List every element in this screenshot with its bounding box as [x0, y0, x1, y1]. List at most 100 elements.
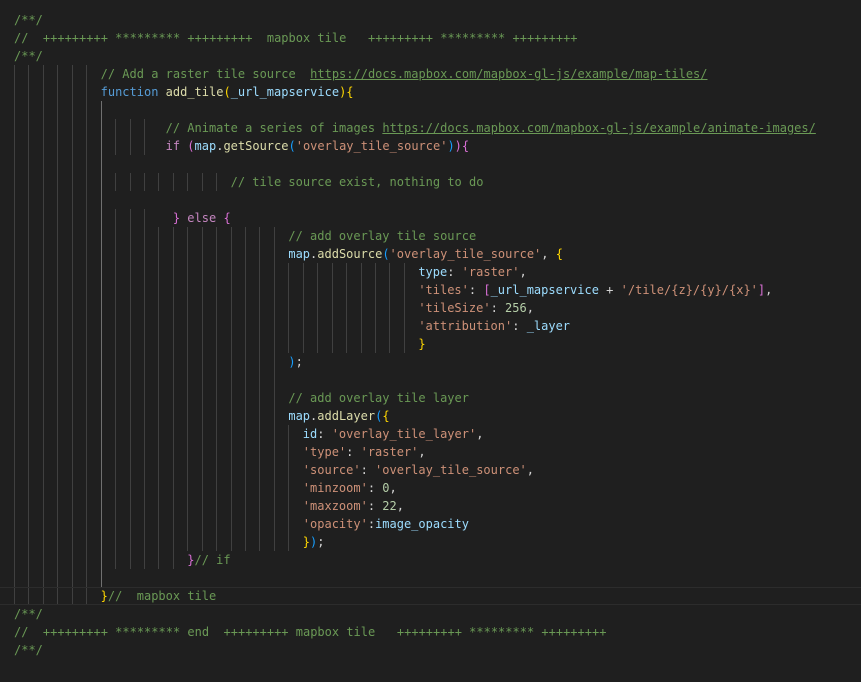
code-line[interactable]: /**/: [14, 605, 861, 623]
code-line[interactable]: // tile source exist, nothing to do: [14, 173, 861, 191]
code-token: :: [317, 427, 332, 441]
code-token: ,: [541, 247, 556, 261]
code-line[interactable]: [14, 191, 861, 209]
indent-guide: [216, 479, 218, 497]
indent-guide: [172, 371, 174, 389]
indent-guide: [216, 461, 218, 479]
code-token: }: [100, 589, 108, 603]
code-line[interactable]: map.addSource('overlay_tile_source', {: [14, 245, 861, 263]
indent-guide: [115, 281, 117, 299]
code-line[interactable]: function add_tile(_url_mapservice){: [14, 83, 861, 101]
indent-guide: [28, 551, 30, 569]
indent-guide: [129, 227, 131, 245]
indent-guide: [230, 443, 232, 461]
code-line[interactable]: // +++++++++ ********* end +++++++++ map…: [14, 623, 861, 641]
indent-guide: [259, 335, 261, 353]
indent-guide: [273, 461, 275, 479]
code-line[interactable]: [14, 569, 861, 587]
indent-guide: [28, 425, 30, 443]
indent-guide: [360, 317, 362, 335]
indent-guide: [14, 407, 15, 425]
code-token: }: [172, 211, 181, 225]
indent-guide: [375, 263, 376, 281]
code-token: _url_mapservice: [230, 85, 340, 99]
indent-guide: [288, 281, 290, 299]
indent-guide: [259, 443, 261, 461]
code-line[interactable]: 'tileSize': 256,: [14, 299, 861, 317]
code-line[interactable]: map.addLayer({: [14, 407, 861, 425]
indent-guide: [57, 173, 59, 191]
code-token: {: [346, 85, 354, 99]
indent-guide: [288, 299, 290, 317]
indent-guide: [115, 425, 117, 443]
code-line[interactable]: if (map.getSource('overlay_tile_source')…: [14, 137, 861, 155]
indent-guide: [42, 389, 44, 407]
indent-guide: [158, 407, 160, 425]
code-line[interactable]: // add overlay tile source: [14, 227, 861, 245]
code-line[interactable]: /**/: [14, 641, 861, 659]
indent-guide: [71, 65, 73, 83]
indent-guide: [100, 299, 102, 317]
code-line[interactable]: }// mapbox tile: [0, 587, 861, 605]
code-text: /**/: [14, 47, 43, 65]
indent-guide: [230, 461, 232, 479]
code-line[interactable]: );: [14, 353, 861, 371]
code-line[interactable]: type: 'raster',: [14, 263, 861, 281]
indent-guide: [14, 263, 15, 281]
code-line[interactable]: }: [14, 335, 861, 353]
code-text: } else {: [166, 209, 231, 227]
indent-guide: [216, 497, 218, 515]
code-token: map: [194, 139, 217, 153]
code-token: {: [382, 409, 390, 423]
code-line[interactable]: // Add a raster tile source https://docs…: [14, 65, 861, 83]
code-token: // +++++++++ ********* end +++++++++ map…: [14, 625, 607, 639]
indent-guide: [100, 173, 102, 191]
indent-guide: [230, 371, 232, 389]
code-token: ): [447, 139, 455, 153]
code-line[interactable]: /**/: [14, 47, 861, 65]
code-editor[interactable]: /**/ // +++++++++ ********* +++++++++ map…: [0, 11, 861, 659]
indent-guide: [245, 245, 247, 263]
url-link[interactable]: https://docs.mapbox.com/mapbox-gl-js/exa…: [382, 121, 815, 135]
code-line[interactable]: 'maxzoom': 22,: [14, 497, 861, 515]
indent-guide: [143, 371, 145, 389]
indent-guide: [57, 443, 59, 461]
code-line[interactable]: 'source': 'overlay_tile_source',: [14, 461, 861, 479]
code-line[interactable]: 'type': 'raster',: [14, 443, 861, 461]
code-line[interactable]: [14, 101, 861, 119]
indent-guide: [302, 299, 304, 317]
code-line[interactable]: 'attribution': _layer: [14, 317, 861, 335]
indent-guide: [115, 551, 117, 569]
indent-guide: [129, 371, 131, 389]
code-line[interactable]: [14, 155, 861, 173]
indent-guide: [245, 299, 247, 317]
code-line[interactable]: // +++++++++ ********* +++++++++ mapbox …: [14, 29, 861, 47]
indent-guide: [57, 155, 59, 173]
code-line[interactable]: id: 'overlay_tile_layer',: [14, 425, 861, 443]
indent-guide: [245, 353, 247, 371]
code-line[interactable]: /**/: [14, 11, 861, 29]
code-line[interactable]: // Animate a series of images https://do…: [14, 119, 861, 137]
code-token: (: [288, 139, 296, 153]
code-token: 'opacity': [302, 517, 368, 531]
code-line[interactable]: [14, 371, 861, 389]
code-line[interactable]: // add overlay tile layer: [14, 389, 861, 407]
code-line[interactable]: 'opacity':image_opacity: [14, 515, 861, 533]
code-line[interactable]: } else {: [14, 209, 861, 227]
code-token: ,: [396, 499, 404, 513]
code-line[interactable]: });: [14, 533, 861, 551]
indent-guide: [100, 443, 102, 461]
indent-guide: [245, 533, 247, 551]
code-line[interactable]: }// if: [14, 551, 861, 569]
code-token: 0: [382, 481, 390, 495]
code-line[interactable]: 'minzoom': 0,: [14, 479, 861, 497]
indent-guide: [317, 335, 319, 353]
code-line[interactable]: 'tiles': [_url_mapservice + '/tile/{z}/{…: [14, 281, 861, 299]
code-token: :: [490, 301, 506, 315]
indent-guide: [86, 353, 88, 371]
indent-guide: [14, 191, 15, 209]
indent-guide: [201, 407, 203, 425]
code-token: :: [512, 319, 527, 333]
code-token: 'minzoom': [302, 481, 368, 495]
url-link[interactable]: https://docs.mapbox.com/mapbox-gl-js/exa…: [310, 67, 707, 81]
